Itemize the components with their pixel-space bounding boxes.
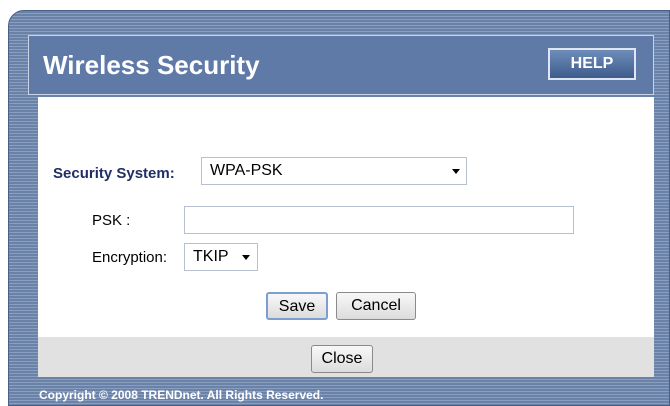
cancel-button[interactable]: Cancel bbox=[336, 292, 416, 320]
encryption-select[interactable]: TKIP bbox=[184, 243, 258, 271]
encryption-label: Encryption: bbox=[92, 249, 168, 266]
help-button[interactable]: HELP bbox=[548, 48, 636, 80]
save-button[interactable]: Save bbox=[266, 292, 328, 320]
chevron-down-icon bbox=[242, 255, 250, 260]
security-system-value: WPA-PSK bbox=[210, 162, 283, 179]
encryption-value: TKIP bbox=[193, 248, 229, 265]
security-system-select[interactable]: WPA-PSK bbox=[201, 157, 467, 185]
chevron-down-icon bbox=[452, 169, 460, 174]
page-title: Wireless Security bbox=[43, 50, 260, 80]
close-button[interactable]: Close bbox=[311, 345, 373, 373]
psk-label: PSK : bbox=[92, 212, 131, 229]
psk-input[interactable] bbox=[184, 206, 574, 234]
copyright-text: Copyright © 2008 TRENDnet. All Rights Re… bbox=[39, 388, 324, 402]
security-system-label: Security System: bbox=[53, 165, 175, 182]
